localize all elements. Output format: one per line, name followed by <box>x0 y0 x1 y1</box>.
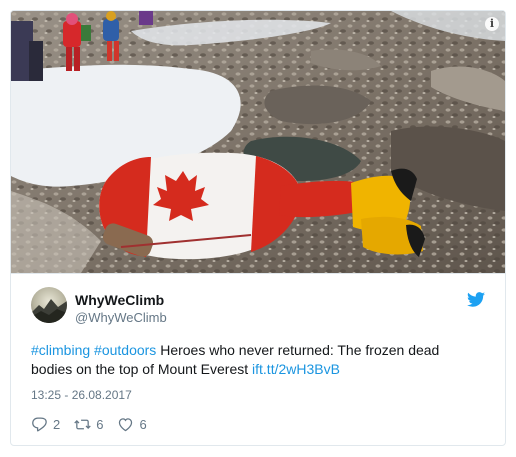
tweet-link[interactable]: ift.tt/2wH3BvB <box>252 361 340 377</box>
tweet-timestamp[interactable]: 13:25 - 26.08.2017 <box>31 388 132 402</box>
like-button[interactable]: 6 <box>117 416 147 433</box>
avatar[interactable] <box>31 287 67 323</box>
tweet-photo[interactable]: i <box>11 11 505 273</box>
tweet-actions: 2 6 6 <box>31 414 159 434</box>
avatar-mountain-icon <box>31 299 67 323</box>
retweet-button[interactable]: 6 <box>74 416 103 433</box>
tweet-body: Heroes who never returned: The frozen de… <box>31 342 440 377</box>
tweet-text: #climbing #outdoors Heroes who never ret… <box>31 341 481 379</box>
mountain-scene-image <box>11 11 505 273</box>
reply-button[interactable]: 2 <box>31 416 60 433</box>
info-icon[interactable]: i <box>485 17 499 31</box>
reply-count: 2 <box>53 416 61 432</box>
embedded-tweet-card[interactable]: i WhyWeClimb @WhyWeClimb #climbing #outd… <box>10 10 506 446</box>
author-name[interactable]: WhyWeClimb <box>75 292 164 308</box>
author-handle[interactable]: @WhyWeClimb <box>75 310 167 325</box>
twitter-bird-icon[interactable] <box>467 292 485 307</box>
like-count: 6 <box>139 416 147 432</box>
media-divider <box>11 273 505 274</box>
hashtag-outdoors[interactable]: #outdoors <box>94 342 156 358</box>
retweet-count: 6 <box>96 416 104 432</box>
retweet-icon <box>74 419 91 429</box>
hashtag-climbing[interactable]: #climbing <box>31 342 90 358</box>
heart-icon <box>119 417 133 431</box>
reply-icon <box>32 416 47 431</box>
